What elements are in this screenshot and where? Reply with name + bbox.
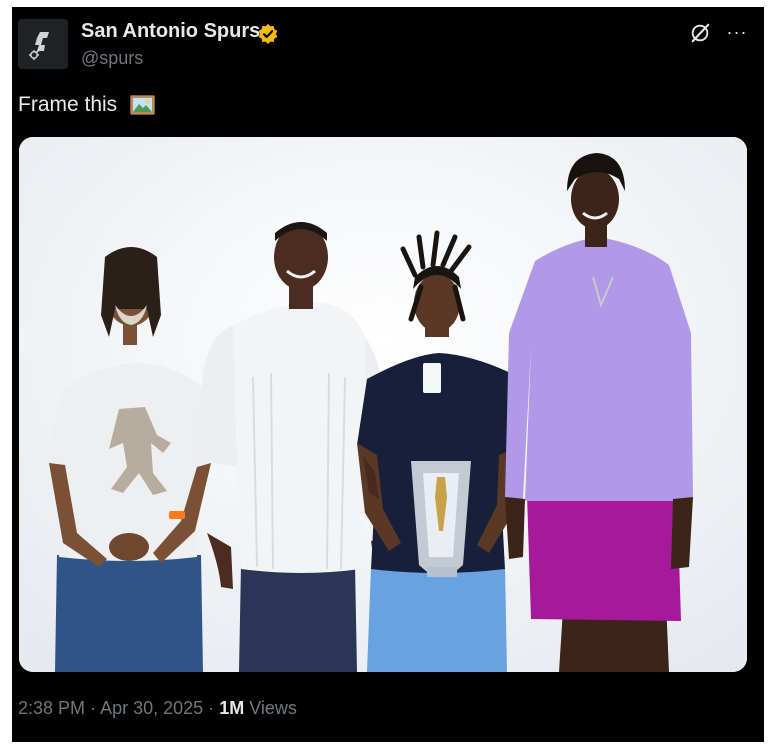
framed-picture-emoji	[130, 95, 155, 115]
tweet-meta: 2:38 PM · Apr 30, 2025 · 1M Views	[18, 698, 297, 719]
views-label: Views	[249, 698, 297, 718]
post-date[interactable]: Apr 30, 2025	[100, 698, 203, 718]
views-count: 1M	[219, 698, 245, 718]
tweet-card: San Antonio Spurs @spurs ··· Frame this	[12, 7, 764, 742]
spurs-logo-icon	[18, 19, 68, 69]
photo-scene	[19, 137, 747, 672]
more-options-button[interactable]: ···	[724, 21, 750, 43]
verified-badge-icon	[258, 23, 278, 44]
grok-icon[interactable]	[689, 22, 711, 44]
author-handle[interactable]: @spurs	[81, 48, 143, 69]
author-name[interactable]: San Antonio Spurs	[81, 20, 260, 43]
tweet-photo[interactable]	[19, 137, 747, 672]
avatar[interactable]	[18, 19, 68, 69]
tweet-text: Frame this	[18, 93, 118, 116]
meta-separator: ·	[208, 698, 215, 718]
meta-separator: ·	[90, 698, 97, 718]
post-time[interactable]: 2:38 PM	[18, 698, 85, 718]
